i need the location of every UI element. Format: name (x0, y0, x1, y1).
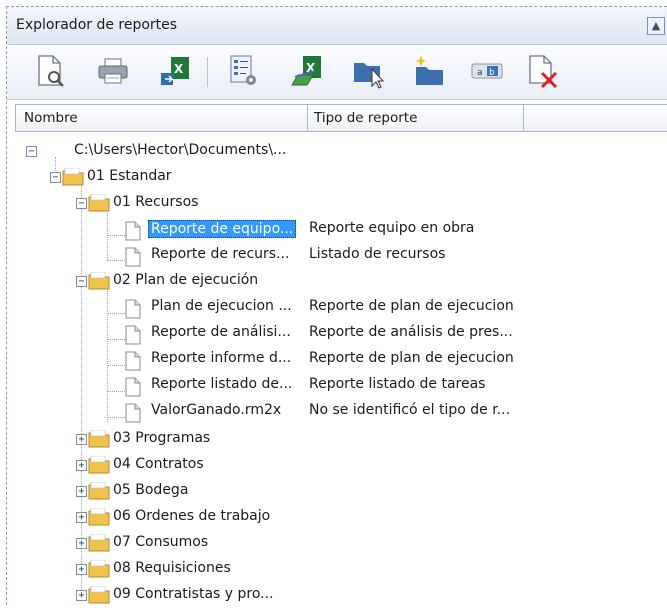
delete-document-icon (529, 55, 558, 89)
preview-report-button[interactable] (33, 53, 69, 89)
report-type: Listado de recursos (309, 246, 446, 262)
folder-cursor-icon (354, 63, 385, 89)
report-settings-icon (230, 55, 256, 85)
title-bar: Explorador de reportes ▲ (7, 7, 667, 45)
expand-toggle[interactable]: + (76, 434, 87, 445)
new-folder-icon (415, 55, 443, 85)
collapse-toggle[interactable]: − (76, 198, 87, 209)
toolbar: X X a b (7, 45, 667, 100)
expand-toggle[interactable]: + (76, 486, 87, 497)
folder-icon (88, 456, 110, 474)
report-file-icon (125, 351, 141, 371)
excel-edit-button[interactable]: X (289, 53, 325, 89)
collapse-toggle[interactable]: − (76, 276, 87, 287)
delete-report-button[interactable] (525, 53, 561, 89)
report-file-icon (125, 299, 141, 319)
report-name: Reporte listado de... (151, 376, 293, 392)
report-file-icon (125, 247, 141, 267)
report-file-icon (125, 403, 141, 423)
folder-icon (88, 272, 110, 290)
report-type: Reporte equipo en obra (309, 220, 475, 236)
column-header: Nombre Tipo de reporte (15, 104, 667, 132)
expand-toggle[interactable]: + (76, 564, 87, 575)
folder-label: 04 Contratos (113, 456, 204, 472)
report-file-icon (125, 377, 141, 397)
column-name-header[interactable]: Nombre (24, 110, 78, 126)
expand-toggle[interactable]: + (76, 590, 87, 601)
folder-label: 05 Bodega (113, 482, 189, 498)
report-name: Reporte de análisi... (151, 324, 291, 340)
export-excel-button[interactable]: X (157, 53, 193, 89)
folder-label: 01 Estandar (87, 168, 172, 184)
folder-icon (88, 586, 110, 604)
root-path-label: C:\Users\Hector\Documents\... (74, 142, 287, 158)
report-name: Reporte informe d... (151, 350, 292, 366)
report-name: Reporte de equipo... (148, 220, 297, 238)
folder-select-button[interactable] (351, 53, 387, 89)
report-type: No se identificó el tipo de r... (309, 402, 511, 418)
folder-icon (62, 168, 84, 186)
new-folder-button[interactable] (411, 53, 447, 89)
rename-icon: a b (471, 63, 503, 79)
pin-icon[interactable]: ▲ (647, 17, 665, 35)
folder-icon (88, 430, 110, 448)
report-settings-button[interactable] (225, 53, 261, 89)
folder-icon (88, 534, 110, 552)
expand-toggle[interactable]: + (76, 538, 87, 549)
folder-icon (88, 508, 110, 526)
folder-label: 09 Contratistas y pro... (113, 586, 274, 602)
report-file-icon (125, 325, 141, 345)
excel-export-icon: X (161, 57, 189, 85)
report-type: Reporte de análisis de pres... (309, 324, 513, 340)
report-type: Reporte listado de tareas (309, 376, 486, 392)
folder-label: 03 Programas (113, 430, 211, 446)
print-button[interactable] (95, 53, 131, 89)
report-file-icon (125, 221, 141, 241)
collapse-toggle[interactable]: − (26, 146, 37, 157)
printer-icon (98, 58, 128, 84)
document-magnifier-icon (38, 55, 64, 87)
svg-text:X: X (174, 62, 184, 76)
column-type-header[interactable]: Tipo de reporte (314, 110, 417, 126)
report-name: ValorGanado.rm2x (151, 402, 282, 418)
window-title: Explorador de reportes (16, 17, 178, 33)
folder-label: 08 Requisiciones (113, 560, 231, 576)
folder-icon (88, 560, 110, 578)
folder-label: 06 Ordenes de trabajo (113, 508, 271, 524)
folder-icon (88, 194, 110, 212)
folder-icon (88, 482, 110, 500)
report-tree: − C:\Users\Hector\Documents\... − 01 Est… (7, 132, 667, 606)
report-name: Reporte de recurs... (151, 246, 290, 262)
folder-label: 02 Plan de ejecución (113, 272, 259, 288)
report-type: Reporte de plan de ejecucion (309, 350, 514, 366)
report-explorer-panel: Explorador de reportes ▲ X X a b Nombre … (6, 6, 667, 605)
folder-label: 07 Consumos (113, 534, 209, 550)
svg-text:a: a (477, 68, 482, 78)
svg-text:b: b (489, 68, 494, 78)
excel-edit-icon: X (291, 56, 321, 86)
collapse-toggle[interactable]: − (50, 172, 61, 183)
expand-toggle[interactable]: + (76, 460, 87, 471)
report-type: Reporte de plan de ejecucion (309, 298, 514, 314)
rename-button[interactable]: a b (469, 53, 505, 89)
column-divider[interactable] (523, 105, 524, 131)
expand-toggle[interactable]: + (76, 512, 87, 523)
column-divider[interactable] (307, 105, 308, 131)
folder-label: 01 Recursos (113, 194, 199, 210)
report-name: Plan de ejecucion ... (151, 298, 292, 314)
toolbar-separator (207, 57, 208, 87)
